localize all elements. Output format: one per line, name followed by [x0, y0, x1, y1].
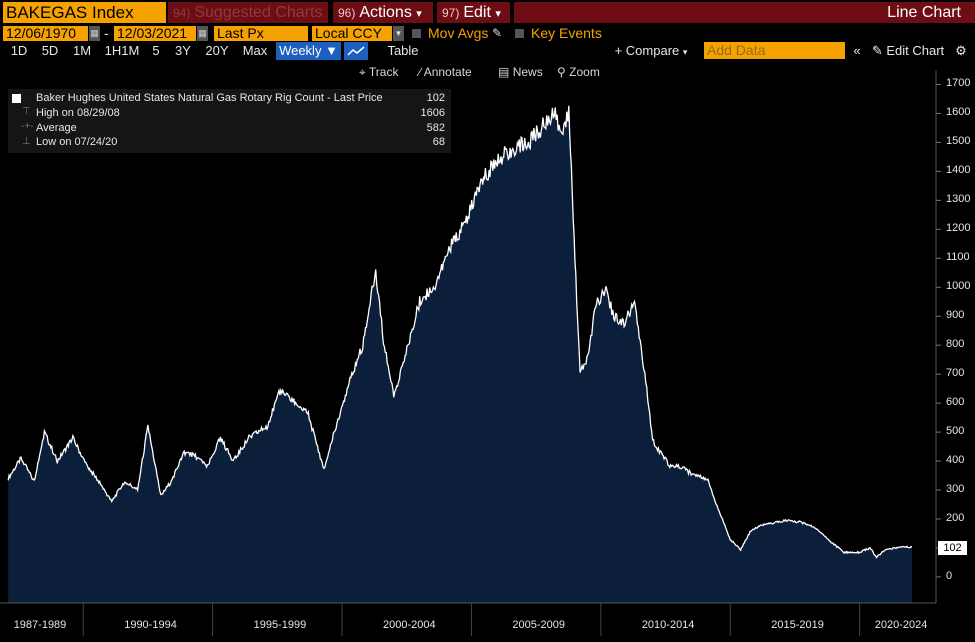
y-tick-label: 500: [946, 425, 965, 438]
high-value: 1606: [420, 107, 445, 119]
low-marker-icon: ⊥: [22, 136, 31, 147]
x-tick-label: 2015-2019: [771, 619, 824, 631]
average-label: Average: [36, 122, 77, 134]
y-tick-label: 800: [946, 338, 965, 351]
y-tick-label: 300: [946, 483, 965, 496]
series-name: Baker Hughes United States Natural Gas R…: [36, 92, 383, 104]
y-tick-label: 600: [946, 396, 965, 409]
average-marker-icon: -+-: [21, 121, 34, 132]
x-dividers: [82, 603, 861, 636]
y-tick-label: 700: [946, 367, 965, 380]
low-value: 68: [432, 136, 445, 148]
last-value-tag: 102: [938, 541, 967, 555]
x-tick-label: 1987-1989: [13, 619, 67, 631]
y-tick-label: 200: [946, 511, 965, 524]
y-tick-label: 1700: [946, 77, 971, 90]
series-area: [8, 105, 912, 604]
high-label: High on 08/29/08: [36, 107, 120, 119]
y-tick-label: 1000: [946, 280, 971, 293]
y-tick-label: 900: [946, 309, 965, 322]
low-label: Low on 07/24/20: [36, 136, 118, 148]
x-tick-label: 1990-1994: [124, 619, 177, 631]
y-tick-label: 1100: [946, 251, 970, 264]
x-tick-label: 2005-2009: [512, 619, 566, 631]
chart-legend: Baker Hughes United States Natural Gas R…: [8, 89, 451, 153]
x-tick-label: 2000-2004: [383, 619, 436, 631]
high-marker-icon: ⊤: [22, 106, 31, 117]
y-tick-label: 1300: [946, 193, 971, 206]
x-tick-label: 2010-2014: [641, 619, 695, 631]
series-last-value: 102: [426, 92, 445, 104]
y-tick-label: 1500: [946, 135, 971, 148]
series-color-swatch: [12, 94, 21, 103]
y-tick-label: 1200: [946, 222, 971, 235]
x-tick-label: 1995-1999: [253, 619, 307, 631]
average-value: 582: [426, 122, 445, 134]
y-tick-label: 1600: [946, 106, 971, 119]
y-tick-label: 400: [946, 454, 965, 467]
y-tick-label: 0: [946, 569, 953, 582]
x-tick-label: 2020-2024: [874, 619, 928, 631]
y-ticks: [936, 83, 941, 578]
y-tick-label: 1400: [946, 164, 971, 177]
